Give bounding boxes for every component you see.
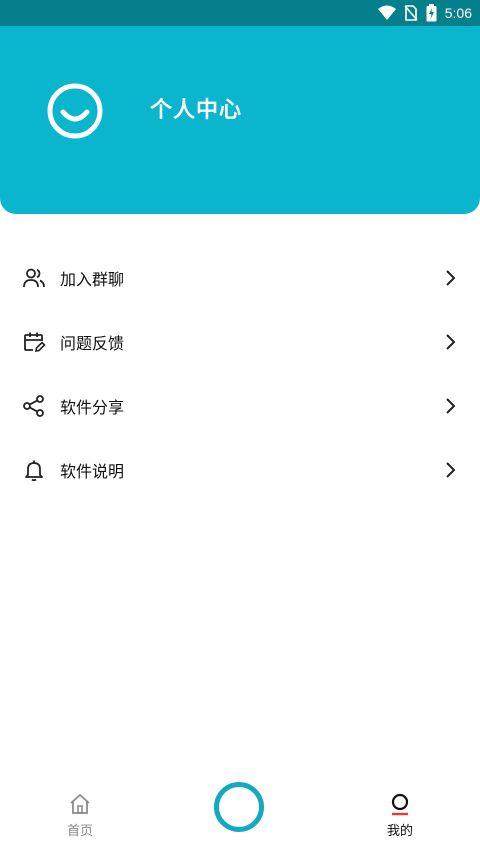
wifi-icon xyxy=(377,5,396,20)
menu-item-label: 软件说明 xyxy=(60,462,125,481)
menu-list: 加入群聊 问题反馈 软件分享 软件说明 xyxy=(0,246,480,502)
menu-item-join-group[interactable]: 加入群聊 xyxy=(0,246,480,310)
chevron-right-icon xyxy=(446,398,456,414)
tab-home[interactable]: 首页 xyxy=(35,792,125,844)
status-bar: 5:06 xyxy=(0,0,480,26)
menu-item-label: 软件分享 xyxy=(60,398,125,417)
status-icons: 5:06 xyxy=(377,3,472,23)
menu-item-share[interactable]: 软件分享 xyxy=(0,374,480,438)
users-icon xyxy=(23,268,45,288)
bell-icon xyxy=(25,460,43,482)
share-icon xyxy=(23,395,44,417)
profile-header: 个人中心 xyxy=(0,26,480,214)
tab-mine-label: 我的 xyxy=(386,824,413,839)
tab-home-label: 首页 xyxy=(66,824,93,839)
menu-item-label: 问题反馈 xyxy=(60,334,125,353)
menu-item-feedback[interactable]: 问题反馈 xyxy=(0,310,480,374)
center-action-button[interactable] xyxy=(214,782,264,832)
no-sim-icon xyxy=(404,5,418,21)
status-time: 5:06 xyxy=(444,5,472,21)
menu-item-about[interactable]: 软件说明 xyxy=(0,438,480,502)
profile-ring-icon xyxy=(391,793,409,816)
battery-charging-icon xyxy=(426,4,437,22)
smiley-avatar-icon[interactable] xyxy=(46,82,104,140)
chevron-right-icon xyxy=(446,270,456,286)
chevron-right-icon xyxy=(446,334,456,350)
calendar-edit-icon xyxy=(24,332,46,352)
chevron-right-icon xyxy=(446,462,456,478)
tab-mine[interactable]: 我的 xyxy=(355,792,445,844)
home-icon xyxy=(70,794,90,814)
menu-item-label: 加入群聊 xyxy=(60,270,125,289)
page-title: 个人中心 xyxy=(150,98,243,123)
